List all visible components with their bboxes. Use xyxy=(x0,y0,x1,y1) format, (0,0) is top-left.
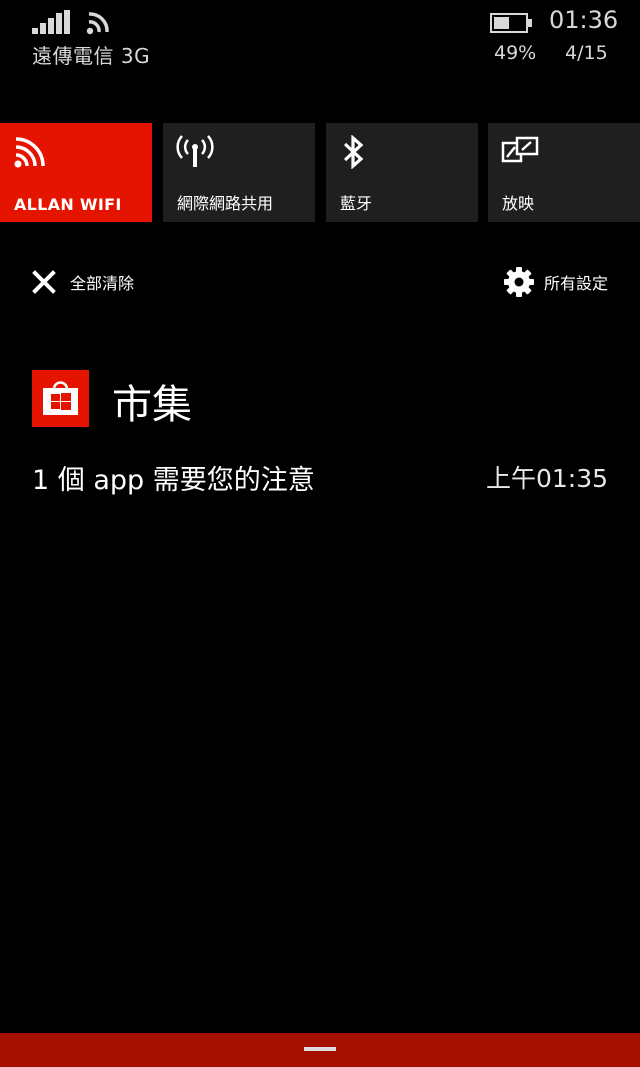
store-icon xyxy=(43,381,78,415)
gear-icon xyxy=(503,267,534,297)
wifi-icon xyxy=(86,12,109,35)
close-icon xyxy=(32,270,56,294)
wifi-icon xyxy=(14,137,45,168)
status-bar: 遠傳電信 3G 01:36 49% 4/15 xyxy=(0,0,640,80)
notification-message[interactable]: 1 個 app 需要您的注意 xyxy=(32,458,315,497)
signal-strength-icon xyxy=(32,10,70,34)
quick-action-label: 放映 xyxy=(502,194,535,213)
internet-sharing-icon xyxy=(176,135,214,167)
battery-percent: 49% xyxy=(494,42,537,64)
all-settings-label: 所有設定 xyxy=(543,274,608,293)
quick-action-project[interactable]: 放映 xyxy=(488,123,640,222)
store-app-tile[interactable] xyxy=(32,370,89,427)
clear-all-button[interactable]: 全部清除 xyxy=(32,266,134,298)
date-label: 4/15 xyxy=(565,42,608,64)
battery-icon xyxy=(490,13,532,33)
quick-action-bluetooth[interactable]: 藍牙 xyxy=(326,123,478,222)
notification-app-name: 市集 xyxy=(112,382,192,428)
project-screen-icon xyxy=(501,136,539,163)
notification-time: 上午01:35 xyxy=(485,464,608,493)
clear-all-label: 全部清除 xyxy=(70,274,135,293)
clock: 01:36 xyxy=(549,6,619,34)
quick-action-label: 網際網路共用 xyxy=(177,194,274,213)
bluetooth-icon xyxy=(343,135,364,169)
quick-action-wifi[interactable]: ALLAN WIFI xyxy=(0,123,152,222)
quick-action-internet-sharing[interactable]: 網際網路共用 xyxy=(163,123,315,222)
collapse-bar[interactable] xyxy=(0,1033,640,1067)
carrier-label: 遠傳電信 3G xyxy=(32,44,151,68)
quick-action-label: ALLAN WIFI xyxy=(14,195,122,214)
all-settings-button[interactable]: 所有設定 xyxy=(503,266,608,298)
quick-action-label: 藍牙 xyxy=(340,194,373,213)
drag-handle[interactable] xyxy=(304,1047,336,1051)
